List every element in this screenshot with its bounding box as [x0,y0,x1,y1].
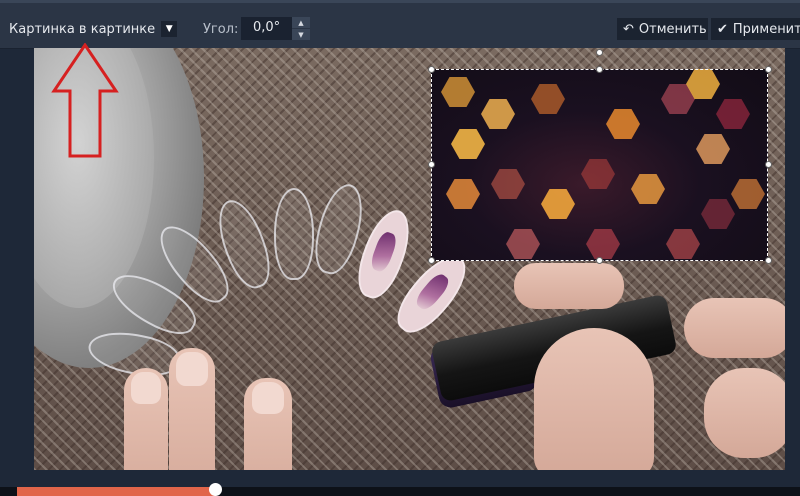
timeline-playhead[interactable] [209,483,222,496]
bokeh-light [666,229,700,259]
bokeh-light [506,229,540,259]
rotate-handle[interactable] [596,49,603,56]
bokeh-light [541,189,575,219]
bokeh-light [446,179,480,209]
arrow-up-icon [51,43,119,158]
bokeh-light [481,99,515,129]
cancel-button-label: Отменить [638,21,707,37]
bokeh-light [531,84,565,114]
toolbar-top-border [0,0,800,3]
thumb [534,328,654,470]
apply-button-label: Применить [732,21,800,37]
resize-handle-bottom-right[interactable] [765,257,772,264]
resize-handle-bottom[interactable] [596,257,603,264]
fingernail [252,382,284,414]
top-toolbar: Картинка в картинке ▼ Угол: 0,0° ▲ ▼ ↶ О… [0,0,800,49]
left-hand [119,348,309,470]
bokeh-light [491,169,525,199]
bokeh-light [586,229,620,259]
resize-handle-bottom-left[interactable] [428,257,435,264]
bokeh-light [701,199,735,229]
fingernail [176,352,208,386]
finger [704,368,785,458]
check-icon: ✔ [717,21,728,37]
resize-handle-top-left[interactable] [428,66,435,73]
nail-tip [274,188,314,280]
bokeh-light [631,174,665,204]
right-hand [514,258,785,470]
bokeh-light [696,134,730,164]
cancel-button[interactable]: ↶ Отменить [617,18,708,40]
bokeh-light [451,129,485,159]
spin-down-icon[interactable]: ▼ [292,29,310,40]
angle-label: Угол: [203,22,239,37]
red-arrow-annotation [51,43,119,158]
apply-button[interactable]: ✔ Применить [711,18,800,40]
resize-handle-left[interactable] [428,161,435,168]
bokeh-light [716,99,750,129]
resize-handle-top[interactable] [596,66,603,73]
resize-handle-right[interactable] [765,161,772,168]
angle-input[interactable]: 0,0° [241,17,292,40]
fingernail [131,372,161,404]
bokeh-light [731,179,765,209]
chevron-down-icon[interactable]: ▼ [161,21,178,37]
video-preview[interactable] [34,48,785,470]
mode-dropdown-label: Картинка в картинке [9,21,156,37]
pip-overlay-image[interactable] [431,69,768,261]
resize-handle-top-right[interactable] [765,66,772,73]
finger [684,298,785,358]
bokeh-light [581,159,615,189]
undo-icon: ↶ [623,21,634,37]
timeline-progress [17,487,216,496]
bokeh-light [441,77,475,107]
finger [514,263,624,309]
spin-up-icon[interactable]: ▲ [292,17,310,28]
bokeh-light [606,109,640,139]
mode-dropdown[interactable]: Картинка в картинке ▼ [9,19,178,39]
